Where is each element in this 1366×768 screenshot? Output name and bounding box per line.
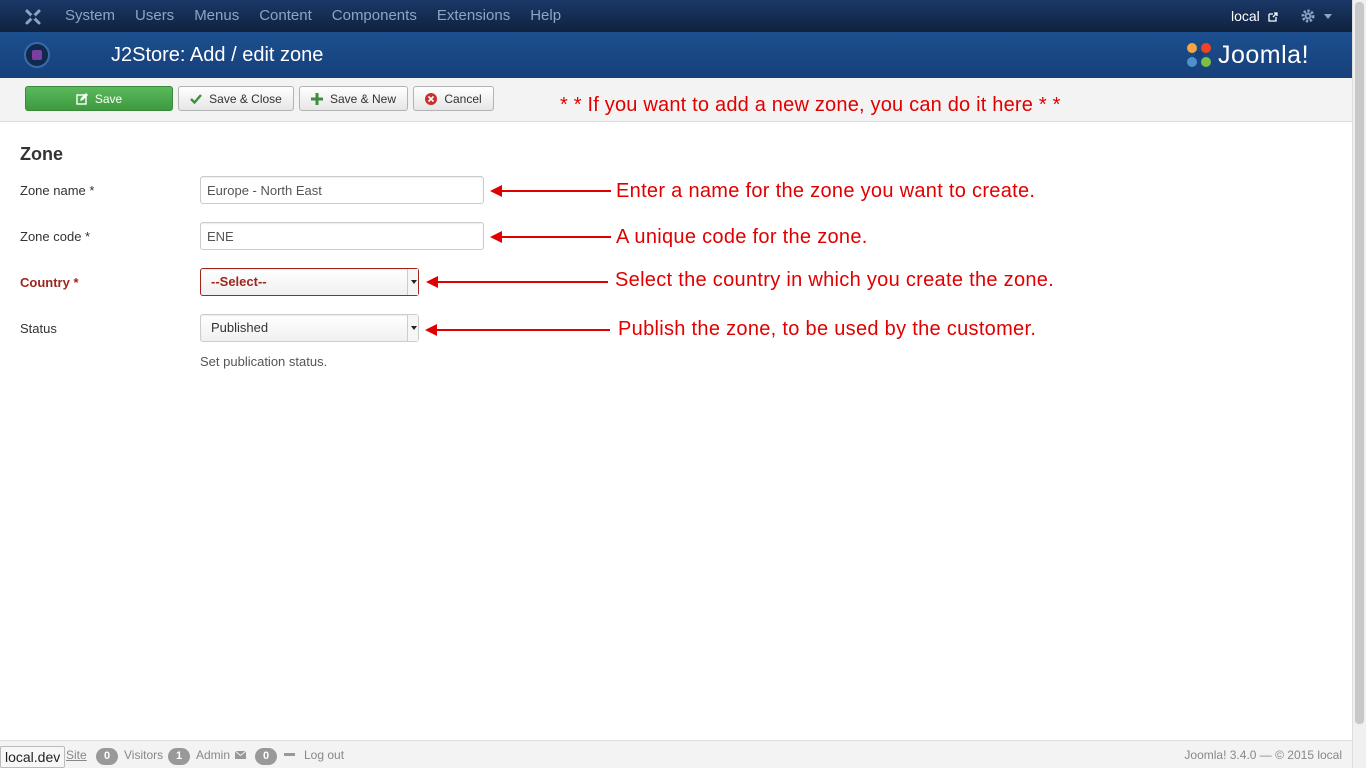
- j2store-icon: [24, 42, 50, 68]
- toolbar-annotation: * * If you want to add a new zone, you c…: [560, 94, 1061, 116]
- annotation-arrow: [490, 231, 611, 243]
- cancel-button-label: Cancel: [444, 91, 482, 106]
- visitors-indicator: 0 Visitors: [96, 748, 163, 765]
- zone-name-label: Zone name *: [20, 183, 95, 198]
- scrollbar-thumb[interactable]: [1355, 2, 1364, 724]
- chevron-down-icon: [407, 315, 418, 341]
- menu-extensions[interactable]: Extensions: [427, 0, 520, 32]
- edit-icon: [76, 92, 88, 105]
- joomla-brand-icon: [1187, 43, 1211, 67]
- status-select-value: Published: [211, 320, 269, 335]
- messages-indicator[interactable]: 0: [255, 748, 283, 765]
- section-title: Zone: [20, 144, 63, 164]
- version-info: Joomla! 3.4.0 — © 2015 local: [1184, 748, 1342, 762]
- main-menu: System Users Menus Content Components Ex…: [55, 0, 571, 32]
- admin-label: Admin: [196, 748, 231, 762]
- visitors-count-badge: 0: [96, 748, 118, 765]
- visitors-label: Visitors: [124, 748, 164, 762]
- zone-code-label: Zone code *: [20, 229, 91, 244]
- admin-navbar: System Users Menus Content Components Ex…: [0, 0, 1352, 32]
- site-link-label: local: [1231, 8, 1260, 24]
- country-select-value: --Select--: [211, 274, 267, 289]
- chevron-down-icon[interactable]: [1324, 14, 1332, 19]
- envelope-icon: [235, 751, 246, 759]
- save-button-label: Save: [94, 91, 123, 106]
- site-link[interactable]: local: [1231, 0, 1278, 32]
- joomla-brand-text: Joomla!: [1218, 40, 1310, 69]
- annotation-arrow: [490, 185, 611, 197]
- joomla-brand-logo: Joomla!: [1184, 37, 1309, 73]
- country-select[interactable]: --Select--: [200, 268, 419, 296]
- status-label: Status: [20, 321, 57, 336]
- chevron-down-icon: [407, 269, 418, 295]
- view-site-link[interactable]: Site: [66, 748, 87, 762]
- cancel-circle-icon: [425, 92, 438, 105]
- annotation-arrow: [426, 276, 608, 288]
- save-button[interactable]: Save: [25, 86, 173, 111]
- country-label: Country *: [20, 275, 79, 290]
- annotation-status: Publish the zone, to be used by the cust…: [618, 318, 1037, 340]
- zone-name-input[interactable]: [200, 176, 484, 204]
- menu-system[interactable]: System: [55, 0, 125, 32]
- plus-icon: [310, 92, 323, 105]
- admin-count-badge: 1: [168, 748, 190, 765]
- annotation-arrow: [425, 324, 610, 336]
- cancel-button[interactable]: Cancel: [413, 86, 494, 111]
- menu-components[interactable]: Components: [322, 0, 427, 32]
- external-link-icon: [1268, 12, 1278, 22]
- menu-users[interactable]: Users: [125, 0, 184, 32]
- admin-indicator: 1 Admin: [168, 748, 230, 765]
- save-close-button[interactable]: Save & Close: [178, 86, 294, 111]
- menu-menus[interactable]: Menus: [184, 0, 249, 32]
- save-new-button[interactable]: Save & New: [299, 86, 408, 111]
- minus-icon: [284, 753, 295, 756]
- save-close-button-label: Save & Close: [209, 91, 282, 106]
- toolbar: Save Save & Close Save & New Cancel * * …: [0, 78, 1352, 122]
- messages-count-badge: 0: [255, 748, 277, 765]
- page-scrollbar[interactable]: [1352, 0, 1366, 768]
- zone-code-input[interactable]: [200, 222, 484, 250]
- hover-url-tooltip: local.dev: [0, 746, 66, 768]
- status-select[interactable]: Published: [200, 314, 419, 342]
- annotation-zone-name: Enter a name for the zone you want to cr…: [616, 180, 1036, 202]
- menu-help[interactable]: Help: [520, 0, 571, 32]
- logout-link[interactable]: Log out: [304, 748, 344, 762]
- save-new-button-label: Save & New: [329, 91, 397, 106]
- joomla-logo-icon[interactable]: [24, 8, 42, 26]
- gear-icon[interactable]: [1300, 8, 1316, 24]
- status-bar: Site 0 Visitors 1 Admin 0 Log out Joomla! …: [0, 740, 1352, 768]
- annotation-country: Select the country in which you create t…: [615, 269, 1055, 291]
- page-title: J2Store: Add / edit zone: [111, 44, 324, 66]
- status-help-text: Set publication status.: [200, 354, 328, 369]
- menu-content[interactable]: Content: [249, 0, 322, 32]
- page-header: J2Store: Add / edit zone Joomla!: [0, 32, 1352, 78]
- check-icon: [190, 93, 203, 104]
- annotation-zone-code: A unique code for the zone.: [616, 226, 868, 248]
